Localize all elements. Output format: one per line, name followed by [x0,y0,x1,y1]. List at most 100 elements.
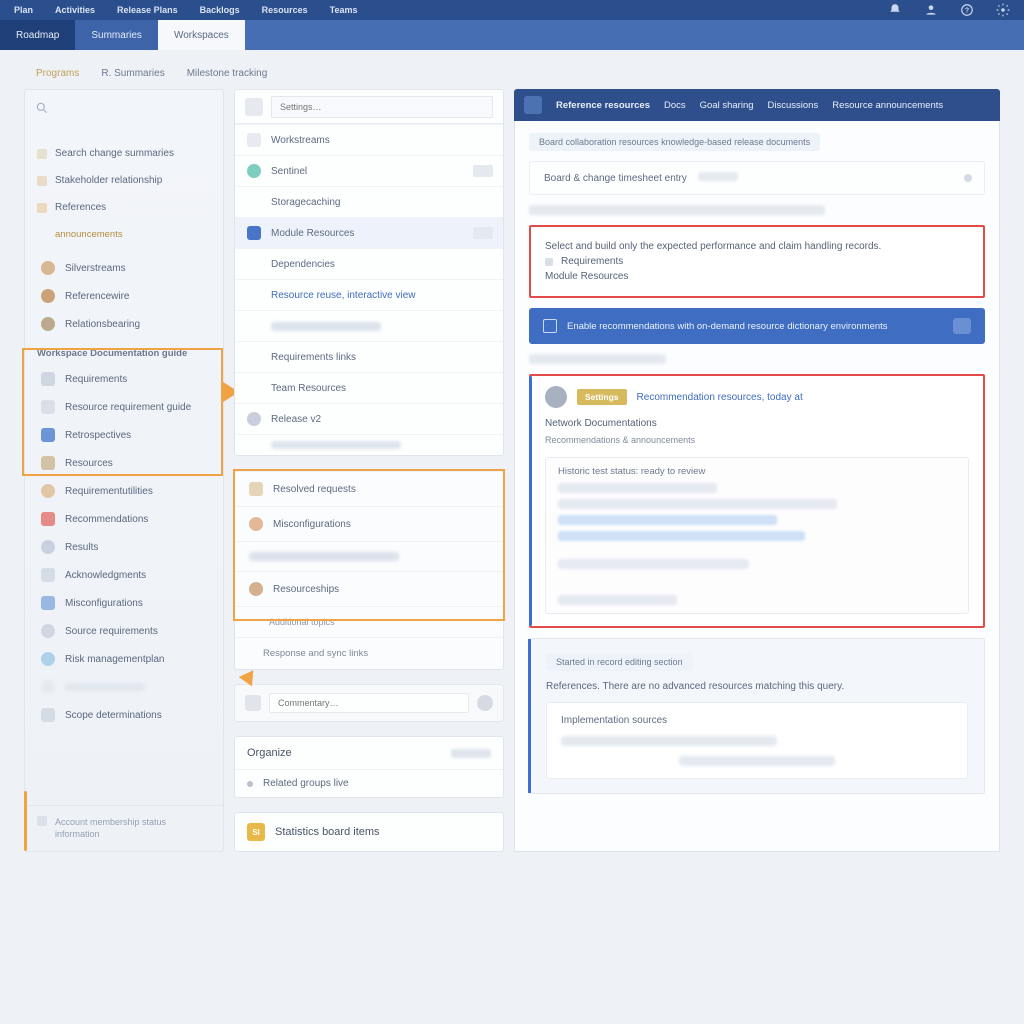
sidebar-item-label: Requirementutilities [65,486,153,497]
sidebar-item[interactable]: References [25,194,223,221]
post-title[interactable]: Recommendation resources, today at [637,392,803,403]
attachment-icon[interactable] [245,695,261,711]
header-tab[interactable]: Reference resources [556,100,650,111]
chip-row[interactable]: Organize [235,737,503,769]
breadcrumb-item[interactable]: Programs [36,68,79,79]
post-inner-title: Historic test status: ready to review [558,466,956,477]
list-item[interactable]: Storagecaching [235,186,503,217]
svg-text:?: ? [965,7,969,14]
sidebar-item-label: Misconfigurations [65,598,143,609]
list-item[interactable]: Resolved requests [235,471,503,506]
header-tab[interactable]: Discussions [768,100,819,111]
sidebar-item[interactable]: Recommendations [25,505,223,533]
sidebar-person[interactable]: Silverstreams [25,254,223,282]
header-tab[interactable]: Goal sharing [700,100,754,111]
list-item[interactable]: Misconfigurations [235,506,503,541]
help-icon[interactable]: ? [960,3,974,17]
top-nav-item[interactable]: Teams [330,5,358,15]
list-item[interactable]: Related groups live [235,769,503,797]
list-item-blurred [235,310,503,341]
sidebar-person-label: Silverstreams [65,263,126,274]
list-item[interactable]: Release v2 [235,403,503,434]
sidebar-person[interactable]: Relationsbearing [25,310,223,338]
sidebar-person[interactable]: Referencewire [25,282,223,310]
sidebar-item-label: Acknowledgments [65,570,146,581]
send-icon[interactable] [477,695,493,711]
ghost-line [558,559,749,569]
middle-search-input[interactable] [271,96,493,118]
list-item[interactable]: Team Resources [235,372,503,403]
sidebar-subitem[interactable]: announcements [25,221,223,248]
info-card[interactable]: Board & change timesheet entry [529,161,985,195]
list-item[interactable]: Workstreams [235,124,503,155]
callout-line: Requirements [545,256,969,267]
top-nav-item[interactable]: Backlogs [200,5,240,15]
post-line: Network Documentations [531,418,983,435]
sidebar-item[interactable]: Scope determinations [25,701,223,729]
top-nav-item[interactable]: Plan [14,5,33,15]
list-item[interactable]: Response and sync links [235,637,503,669]
sidebar-item[interactable]: Source requirements [25,617,223,645]
list-item-label: Module Resources [271,228,354,239]
checkbox-icon[interactable] [543,319,557,333]
sidebar-subitem-label: announcements [55,229,123,240]
list-item[interactable]: Resource reuse, interactive view [235,279,503,310]
ghost-line [558,515,777,525]
sidebar-item[interactable]: Results [25,533,223,561]
sidebar-item[interactable]: Requirements [25,365,223,393]
middle-panel-bottom[interactable]: SI Statistics board items [234,812,504,852]
gear-icon[interactable] [996,3,1010,17]
breadcrumb-item[interactable]: R. Summaries [101,68,164,79]
list-item-blurred [235,541,503,571]
list-item-label: Requirements links [271,352,356,363]
sidebar-item[interactable]: Retrospectives [25,421,223,449]
right-header: Reference resources Docs Goal sharing Di… [514,89,1000,121]
banner-text: Enable recommendations with on-demand re… [567,321,888,332]
sidebar-item[interactable]: Requirementutilities [25,477,223,505]
sidebar-item-label: Source requirements [65,626,158,637]
compose-input[interactable] [269,693,469,713]
list-item-label: Related groups live [263,778,349,789]
list-item[interactable]: Requirements links [235,341,503,372]
middle-panel-1: Workstreams Sentinel Storagecaching Modu… [234,89,504,456]
top-nav-item[interactable]: Activities [55,5,95,15]
sidebar-item[interactable]: Stakeholder relationship [25,167,223,194]
list-item-label: Resourceships [273,584,339,595]
info-banner[interactable]: Enable recommendations with on-demand re… [529,308,985,344]
list-item[interactable]: Sentinel [235,155,503,186]
sidebar-item[interactable]: Acknowledgments [25,561,223,589]
info-card-text: Board & change timesheet entry [544,173,687,184]
sidebar-search[interactable] [25,90,223,126]
sidebar-item[interactable]: Search change summaries [25,140,223,167]
filter-icon[interactable] [245,98,263,116]
top-nav-item[interactable]: Release Plans [117,5,178,15]
breadcrumb: Programs R. Summaries Milestone tracking [0,50,1024,89]
list-item-label: Misconfigurations [273,519,351,530]
sidebar-item[interactable]: Resource requirement guide [25,393,223,421]
subnav-tab-roadmap[interactable]: Roadmap [0,20,75,50]
subnav-tab-summaries[interactable]: Summaries [75,20,158,50]
ghost-line [529,354,666,364]
list-item-active[interactable]: Module Resources [235,217,503,248]
list-item-label: Team Resources [271,383,346,394]
list-item-label: Statistics board items [275,826,380,838]
sidebar-item-label: Risk managementplan [65,654,165,665]
list-item[interactable]: Additional topics [235,606,503,637]
bottom-inner: Implementation sources [546,702,968,779]
top-nav-item[interactable]: Resources [262,5,308,15]
top-nav: Plan Activities Release Plans Backlogs R… [0,0,1024,20]
sidebar-item[interactable]: Resources [25,449,223,477]
post-card: Settings Recommendation resources, today… [529,374,985,628]
breadcrumb-item[interactable]: Milestone tracking [187,68,268,79]
list-item[interactable]: Dependencies [235,248,503,279]
sidebar-item[interactable]: Risk managementplan [25,645,223,673]
sidebar-item[interactable]: Misconfigurations [25,589,223,617]
list-item[interactable]: Resourceships [235,571,503,606]
header-tab[interactable]: Docs [664,100,686,111]
header-tab[interactable]: Resource announcements [832,100,943,111]
sidebar-footer-text: Account membership status information [55,816,211,841]
subnav-tab-workspaces[interactable]: Workspaces [158,20,245,50]
user-icon[interactable] [924,3,938,17]
banner-action-icon[interactable] [953,318,971,334]
bell-icon[interactable] [888,3,902,17]
